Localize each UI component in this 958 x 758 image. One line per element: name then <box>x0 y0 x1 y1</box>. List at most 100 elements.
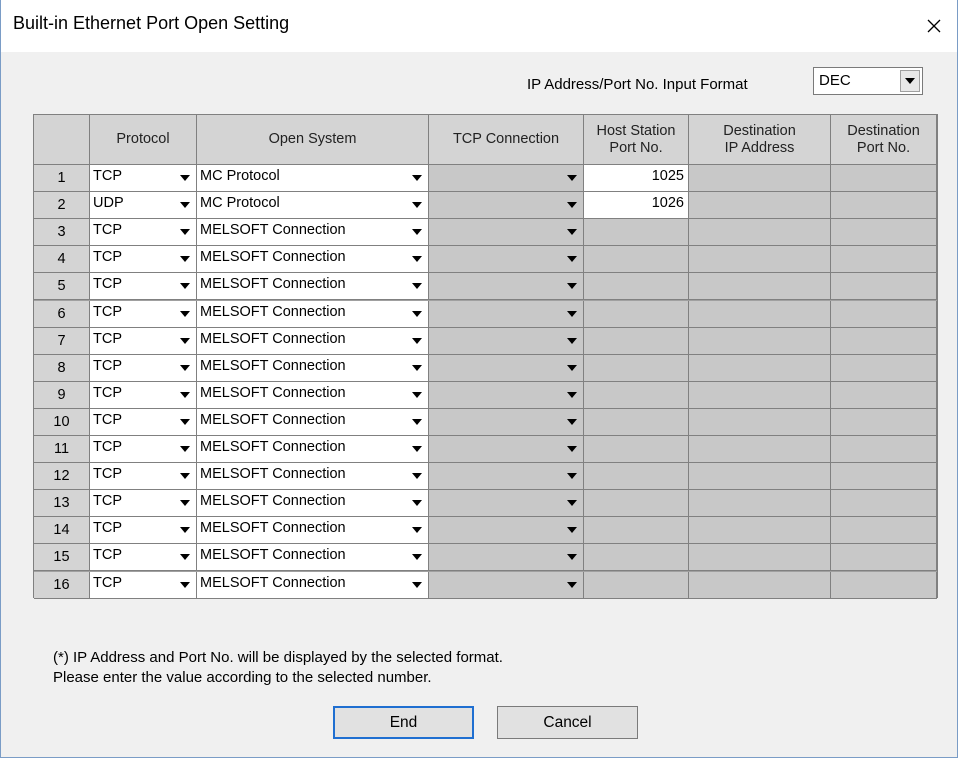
open-system-select[interactable]: MELSOFT Connection <box>197 381 429 409</box>
tcp-connection-select[interactable] <box>429 544 584 572</box>
open-system-dropdown-button[interactable] <box>408 492 426 514</box>
open-system-dropdown-button[interactable] <box>408 574 426 596</box>
open-system-select[interactable]: MELSOFT Connection <box>197 327 429 355</box>
open-system-select[interactable]: MELSOFT Connection <box>197 544 429 572</box>
open-system-dropdown-button[interactable] <box>408 465 426 487</box>
tcp-connection-select[interactable] <box>429 219 584 247</box>
open-system-dropdown-button[interactable] <box>408 438 426 460</box>
protocol-select[interactable]: TCP <box>90 571 197 599</box>
tcp-connection-dropdown-button[interactable] <box>563 303 581 325</box>
tcp-connection-select[interactable] <box>429 327 584 355</box>
open-system-select[interactable]: MELSOFT Connection <box>197 300 429 328</box>
tcp-connection-select[interactable] <box>429 165 584 193</box>
protocol-dropdown-button[interactable] <box>176 574 194 596</box>
tcp-connection-dropdown-button[interactable] <box>563 194 581 216</box>
protocol-dropdown-button[interactable] <box>176 546 194 568</box>
tcp-connection-dropdown-button[interactable] <box>563 384 581 406</box>
input-format-dropdown-button[interactable] <box>900 70 920 92</box>
open-system-select[interactable]: MC Protocol <box>197 192 429 220</box>
tcp-connection-dropdown-button[interactable] <box>563 438 581 460</box>
tcp-connection-select[interactable] <box>429 408 584 436</box>
tcp-connection-dropdown-button[interactable] <box>563 492 581 514</box>
protocol-dropdown-button[interactable] <box>176 221 194 243</box>
host-port-field[interactable]: 1026 <box>584 192 689 220</box>
protocol-dropdown-button[interactable] <box>176 194 194 216</box>
protocol-select[interactable]: TCP <box>90 246 197 274</box>
protocol-dropdown-button[interactable] <box>176 275 194 297</box>
open-system-dropdown-button[interactable] <box>408 275 426 297</box>
open-system-dropdown-button[interactable] <box>408 221 426 243</box>
tcp-connection-dropdown-button[interactable] <box>563 519 581 541</box>
protocol-select[interactable]: UDP <box>90 192 197 220</box>
protocol-select[interactable]: TCP <box>90 490 197 518</box>
open-system-select[interactable]: MELSOFT Connection <box>197 490 429 518</box>
protocol-dropdown-button[interactable] <box>176 438 194 460</box>
protocol-dropdown-button[interactable] <box>176 519 194 541</box>
tcp-connection-select[interactable] <box>429 381 584 409</box>
tcp-connection-dropdown-button[interactable] <box>563 248 581 270</box>
open-system-select[interactable]: MELSOFT Connection <box>197 517 429 545</box>
protocol-dropdown-button[interactable] <box>176 492 194 514</box>
host-port-field[interactable]: 1025 <box>584 165 689 193</box>
tcp-connection-select[interactable] <box>429 571 584 599</box>
end-button[interactable]: End <box>333 706 474 739</box>
tcp-connection-select[interactable] <box>429 463 584 491</box>
tcp-connection-dropdown-button[interactable] <box>563 357 581 379</box>
tcp-connection-select[interactable] <box>429 300 584 328</box>
open-system-select[interactable]: MC Protocol <box>197 165 429 193</box>
protocol-select[interactable]: TCP <box>90 327 197 355</box>
tcp-connection-dropdown-button[interactable] <box>563 330 581 352</box>
protocol-dropdown-button[interactable] <box>176 357 194 379</box>
tcp-connection-select[interactable] <box>429 246 584 274</box>
open-system-select[interactable]: MELSOFT Connection <box>197 273 429 301</box>
protocol-select[interactable]: TCP <box>90 408 197 436</box>
open-system-select[interactable]: MELSOFT Connection <box>197 463 429 491</box>
protocol-select[interactable]: TCP <box>90 273 197 301</box>
tcp-connection-select[interactable] <box>429 517 584 545</box>
protocol-dropdown-button[interactable] <box>176 330 194 352</box>
open-system-dropdown-button[interactable] <box>408 330 426 352</box>
open-system-dropdown-button[interactable] <box>408 384 426 406</box>
protocol-dropdown-button[interactable] <box>176 384 194 406</box>
open-system-dropdown-button[interactable] <box>408 546 426 568</box>
protocol-select[interactable]: TCP <box>90 544 197 572</box>
protocol-select[interactable]: TCP <box>90 436 197 464</box>
open-system-dropdown-button[interactable] <box>408 167 426 189</box>
tcp-connection-select[interactable] <box>429 436 584 464</box>
tcp-connection-dropdown-button[interactable] <box>563 167 581 189</box>
tcp-connection-select[interactable] <box>429 273 584 301</box>
protocol-dropdown-button[interactable] <box>176 411 194 433</box>
protocol-select[interactable]: TCP <box>90 165 197 193</box>
open-system-select[interactable]: MELSOFT Connection <box>197 354 429 382</box>
open-system-dropdown-button[interactable] <box>408 519 426 541</box>
open-system-select[interactable]: MELSOFT Connection <box>197 571 429 599</box>
open-system-select[interactable]: MELSOFT Connection <box>197 408 429 436</box>
tcp-connection-dropdown-button[interactable] <box>563 275 581 297</box>
tcp-connection-dropdown-button[interactable] <box>563 574 581 596</box>
tcp-connection-dropdown-button[interactable] <box>563 411 581 433</box>
open-system-select[interactable]: MELSOFT Connection <box>197 246 429 274</box>
cancel-button[interactable]: Cancel <box>497 706 638 739</box>
open-system-dropdown-button[interactable] <box>408 357 426 379</box>
tcp-connection-dropdown-button[interactable] <box>563 546 581 568</box>
protocol-dropdown-button[interactable] <box>176 248 194 270</box>
protocol-select[interactable]: TCP <box>90 219 197 247</box>
protocol-dropdown-button[interactable] <box>176 303 194 325</box>
open-system-select[interactable]: MELSOFT Connection <box>197 436 429 464</box>
tcp-connection-select[interactable] <box>429 490 584 518</box>
open-system-dropdown-button[interactable] <box>408 303 426 325</box>
tcp-connection-select[interactable] <box>429 192 584 220</box>
protocol-dropdown-button[interactable] <box>176 465 194 487</box>
tcp-connection-dropdown-button[interactable] <box>563 465 581 487</box>
protocol-select[interactable]: TCP <box>90 517 197 545</box>
open-system-select[interactable]: MELSOFT Connection <box>197 219 429 247</box>
close-button[interactable] <box>911 0 957 52</box>
tcp-connection-dropdown-button[interactable] <box>563 221 581 243</box>
tcp-connection-select[interactable] <box>429 354 584 382</box>
protocol-select[interactable]: TCP <box>90 463 197 491</box>
protocol-select[interactable]: TCP <box>90 300 197 328</box>
protocol-dropdown-button[interactable] <box>176 167 194 189</box>
protocol-select[interactable]: TCP <box>90 354 197 382</box>
protocol-select[interactable]: TCP <box>90 381 197 409</box>
open-system-dropdown-button[interactable] <box>408 411 426 433</box>
